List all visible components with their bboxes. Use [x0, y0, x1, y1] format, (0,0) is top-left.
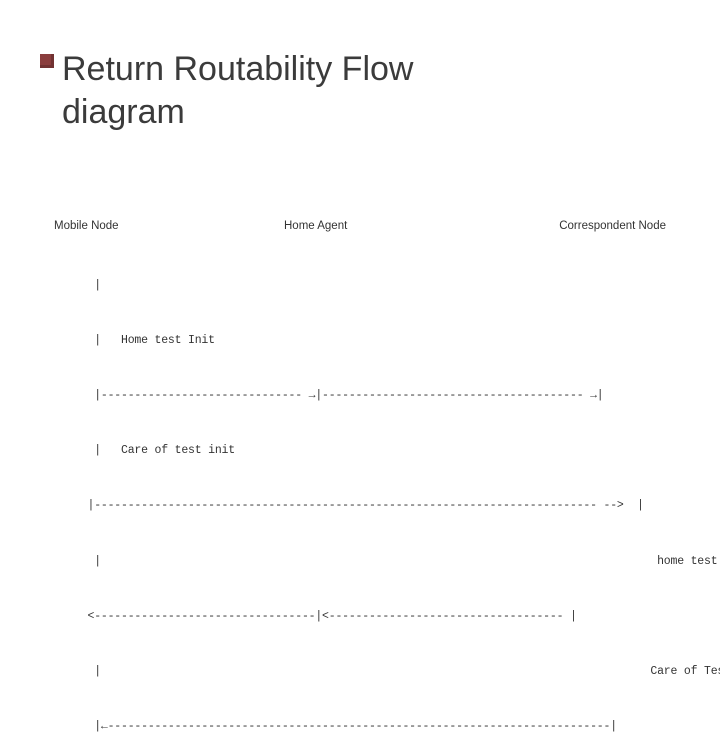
flow-line: | Home test Init |: [54, 332, 666, 350]
title-line-2: diagram: [62, 93, 185, 131]
flow-line: | home test |: [54, 553, 666, 571]
title-bullet: [40, 54, 54, 68]
flow-line: | |: [54, 277, 666, 295]
slide-title: Return Routability Flow diagram: [62, 48, 413, 133]
flow-diagram: | | | Home test Init: [54, 240, 666, 755]
flow-line: |------------------------------ →|------…: [54, 387, 666, 405]
header-correspondent-node: Correspondent Node: [559, 220, 666, 232]
flow-line: | Care of test init |: [54, 442, 666, 460]
header-mobile-node: Mobile Node: [54, 220, 119, 232]
flow-line: |---------------------------------------…: [54, 497, 666, 515]
flow-line: <---------------------------------|<----…: [54, 608, 666, 626]
flow-line: | Care of Test |: [54, 663, 666, 681]
flow-line: |←--------------------------------------…: [54, 718, 666, 736]
header-home-agent: Home Agent: [284, 220, 347, 232]
title-line-1: Return Routability Flow: [62, 50, 413, 88]
